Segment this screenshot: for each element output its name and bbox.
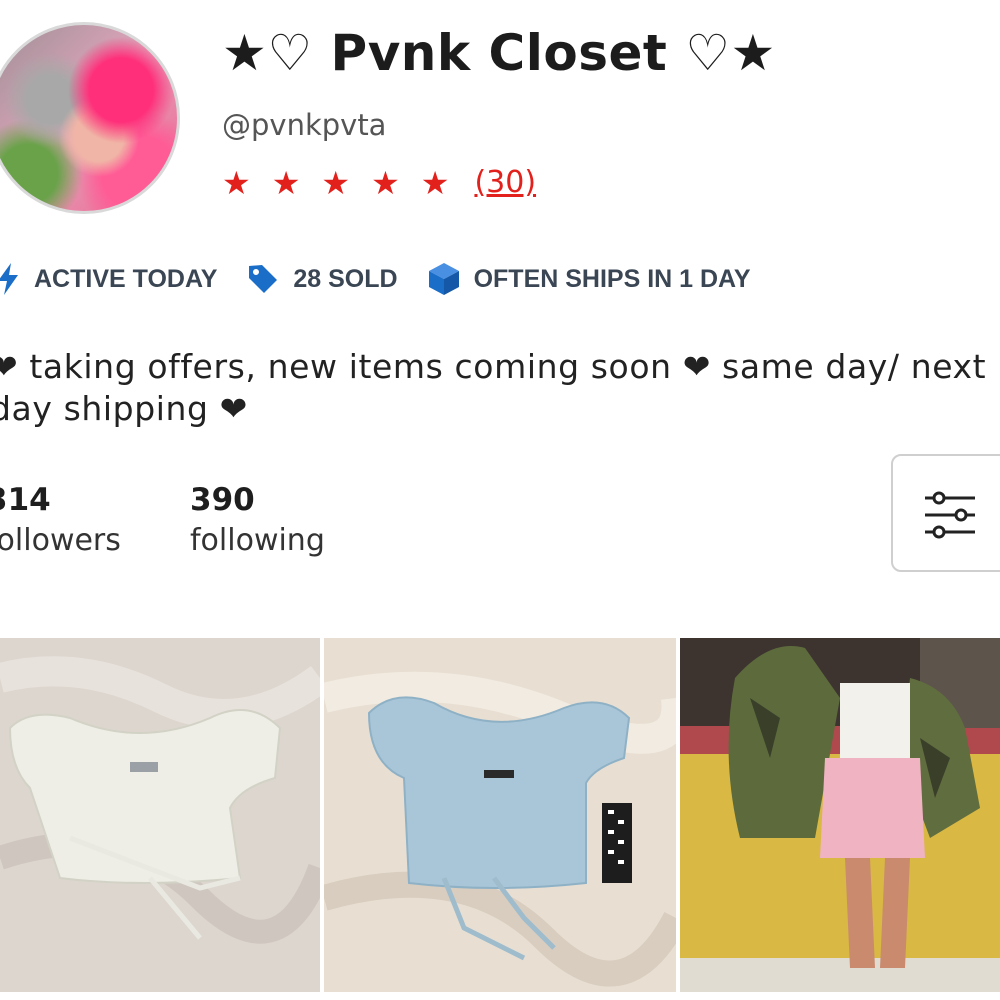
seller-badges: ACTIVE TODAY 28 SOLD OFTEN SHIPS IN 1 DA…: [0, 262, 781, 296]
badge-label: ACTIVE TODAY: [34, 264, 218, 293]
shop-handle: @pvnkpvta: [222, 108, 387, 142]
following-count: 390: [190, 482, 255, 518]
filter-button[interactable]: [891, 454, 1000, 572]
badge-label: OFTEN SHIPS IN 1 DAY: [473, 264, 751, 293]
followers-label: followers: [0, 523, 121, 558]
following-stat[interactable]: 390 following: [190, 480, 325, 562]
badge-sold-count: 28 SOLD: [247, 263, 398, 295]
star-icon: ★: [321, 163, 351, 202]
followers-count: 314: [0, 482, 51, 518]
listings-grid: [0, 638, 1000, 1000]
badge-ships-fast: OFTEN SHIPS IN 1 DAY: [428, 262, 751, 296]
badge-label: 28 SOLD: [293, 264, 398, 293]
star-icon: ★: [371, 163, 400, 202]
badge-active-today: ACTIVE TODAY: [0, 263, 217, 295]
listing-item[interactable]: [324, 638, 676, 992]
listing-item[interactable]: [680, 638, 1000, 992]
star-icon: ★: [420, 163, 450, 202]
lightning-icon: [0, 263, 18, 295]
star-icon: ★: [222, 163, 251, 202]
listing-photo: [680, 638, 1000, 992]
box-icon: [428, 263, 459, 295]
listing-photo: [0, 638, 320, 992]
following-label: following: [190, 523, 325, 558]
listing-item[interactable]: [0, 638, 320, 992]
profile-avatar[interactable]: [0, 22, 180, 214]
star-icon: ★: [271, 163, 301, 202]
rating-count-link[interactable]: (30): [474, 165, 536, 200]
followers-stat[interactable]: 314 followers: [0, 480, 121, 562]
shop-title: ★♡ Pvnk Closet ♡★: [222, 24, 776, 82]
rating-stars[interactable]: ★ ★ ★ ★ ★ (30): [222, 165, 536, 200]
sliders-icon: [925, 491, 975, 539]
listing-photo: [324, 638, 676, 992]
tag-icon: [249, 265, 278, 293]
shop-bio: ❤ taking offers, new items coming soon ❤…: [0, 347, 987, 428]
